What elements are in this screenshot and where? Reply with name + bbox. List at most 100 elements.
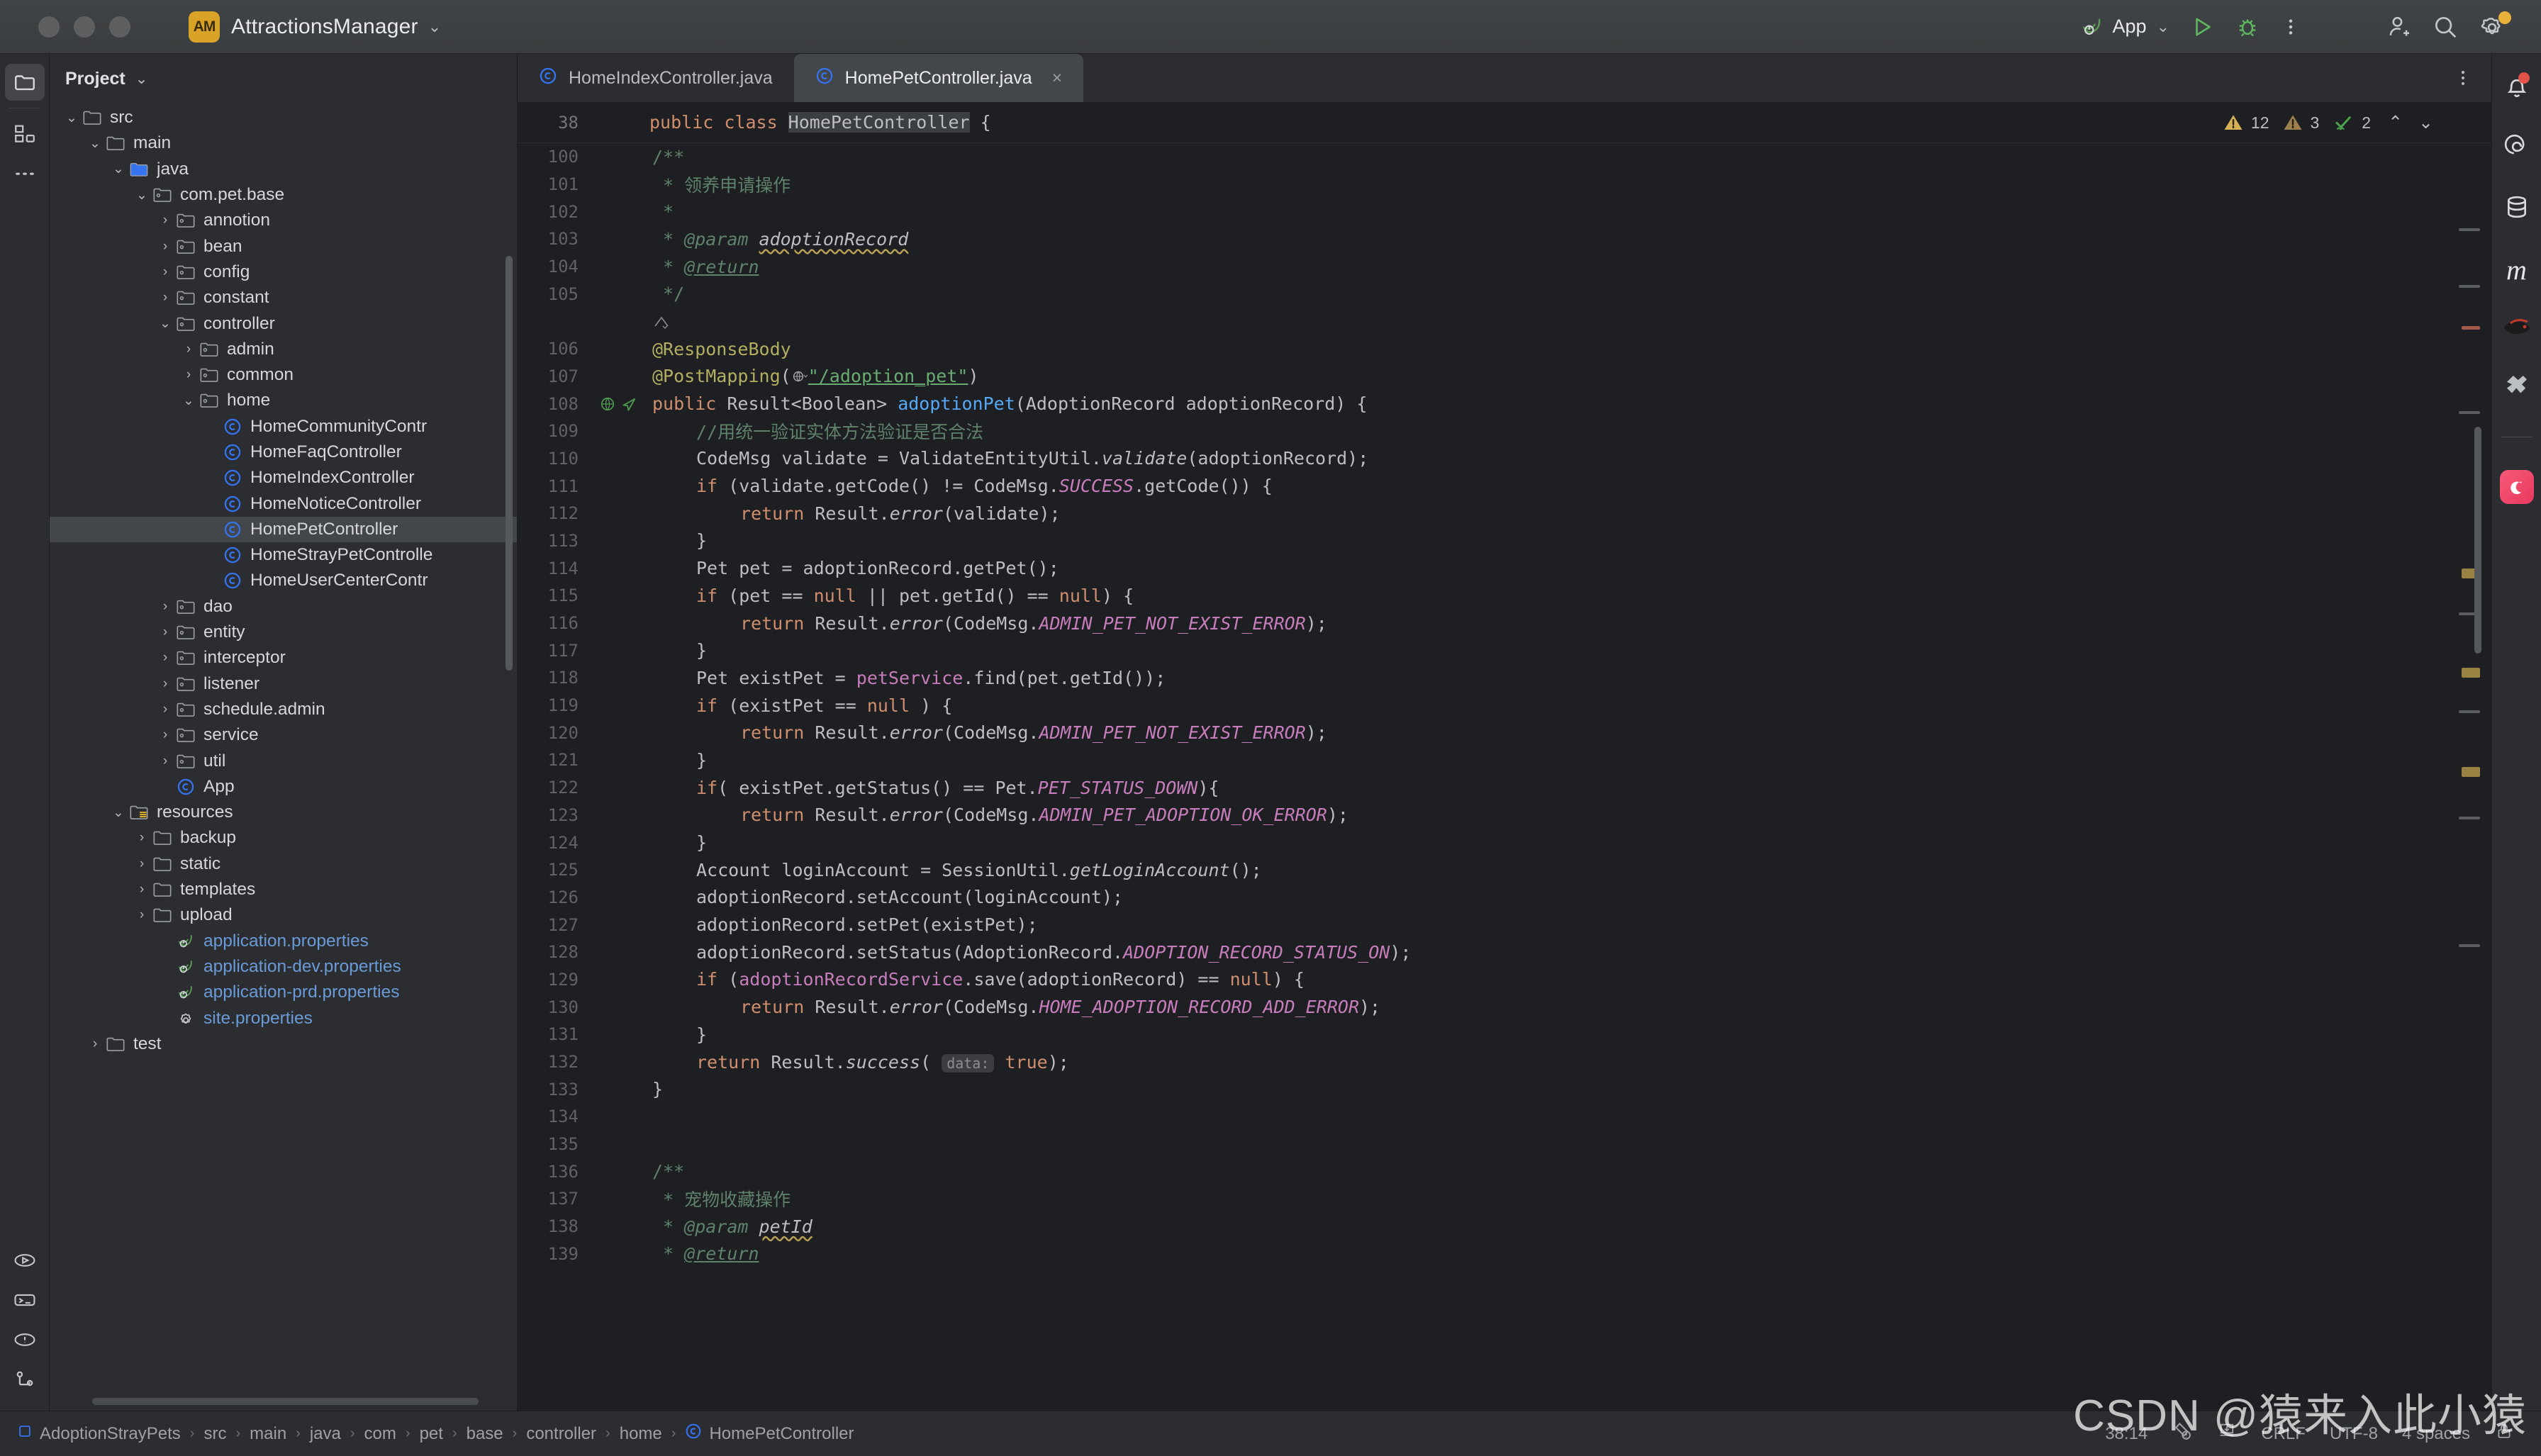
sidebar-item-project[interactable] <box>4 64 45 101</box>
code-line[interactable]: 138 * @param petId <box>518 1213 2491 1241</box>
code-line[interactable]: 101 * 领养申请操作 <box>518 171 2491 198</box>
breadcrumb-item[interactable]: controller <box>526 1424 596 1444</box>
code-line[interactable]: 137 * 宠物收藏操作 <box>518 1185 2491 1213</box>
sidebar-item-run[interactable] <box>5 1242 45 1279</box>
chevron-down-icon[interactable]: ⌄ <box>179 391 198 410</box>
code-line[interactable]: 120 return Result.error(CodeMsg.ADMIN_PET… <box>518 719 2491 746</box>
chevron-down-icon[interactable]: ⌄ <box>109 160 128 179</box>
caret-position[interactable]: 38:14 <box>2105 1424 2148 1444</box>
chevron-down-icon[interactable]: ⌄ <box>62 108 81 127</box>
sidebar-item-mybatisx[interactable] <box>2502 315 2532 342</box>
chevron-down-icon[interactable]: ⌄ <box>428 18 441 36</box>
code-line[interactable]: 119 if (existPet == null ) { <box>518 692 2491 719</box>
chevron-right-icon[interactable]: › <box>156 649 174 667</box>
code-line[interactable]: 106 @ResponseBody <box>518 335 2491 363</box>
code-line[interactable]: 139 * @return <box>518 1241 2491 1268</box>
code-line[interactable]: 136 /** <box>518 1158 2491 1185</box>
chevron-down-icon[interactable]: ⌄ <box>86 134 104 152</box>
tree-item-admin[interactable]: › admin <box>50 337 517 362</box>
tree-item-homeusercentercontr[interactable]: HomeUserCenterContr <box>50 568 517 593</box>
breadcrumb-item[interactable]: java <box>310 1424 341 1444</box>
code-line[interactable]: 105 */ <box>518 280 2491 308</box>
tree-item-homestraypetcontrolle[interactable]: HomeStrayPetControlle <box>50 542 517 568</box>
tree-item-resources[interactable]: ⌄ resources <box>50 800 517 825</box>
breadcrumb-item[interactable]: HomePetController <box>685 1423 854 1445</box>
minimize-window-button[interactable] <box>74 16 95 38</box>
sidebar-item-ai-assistant[interactable] <box>2503 133 2531 164</box>
breadcrumb-item[interactable]: base <box>467 1424 503 1444</box>
code-line[interactable]: 126 adoptionRecord.setAccount(loginAccoun… <box>518 884 2491 912</box>
tree-item-annotion[interactable]: › annotion <box>50 208 517 233</box>
code-line[interactable]: 133} <box>518 1075 2491 1103</box>
tree-item-home[interactable]: ⌄ home <box>50 388 517 413</box>
chevron-right-icon[interactable]: › <box>156 623 174 642</box>
tree-item-com-pet-base[interactable]: ⌄ com.pet.base <box>50 182 517 208</box>
fold-marker-icon[interactable] <box>652 311 671 332</box>
tree-item-common[interactable]: › common <box>50 362 517 388</box>
code-line[interactable]: 135 <box>518 1131 2491 1158</box>
code-line[interactable]: 112 return Result.error(validate); <box>518 500 2491 527</box>
tree-item-backup[interactable]: › backup <box>50 825 517 851</box>
editor-tabs[interactable]: HomeIndexController.java HomePetControlle… <box>518 54 2491 102</box>
code-line[interactable]: 128 adoptionRecord.setStatus(AdoptionReco… <box>518 939 2491 966</box>
tree-item-application-prd-properties[interactable]: application-prd.properties <box>50 980 517 1005</box>
code-line[interactable]: 124} <box>518 829 2491 856</box>
code-line[interactable]: 110 CodeMsg validate = ValidateEntityUtil… <box>518 445 2491 473</box>
sidebar-item-maven[interactable]: m <box>2506 253 2527 286</box>
chevron-right-icon[interactable]: › <box>86 1035 104 1053</box>
breadcrumb-item[interactable]: pet <box>420 1424 443 1444</box>
run-button[interactable] <box>2179 7 2225 47</box>
tree-item-listener[interactable]: › listener <box>50 671 517 697</box>
editor-vertical-scrollbar[interactable] <box>2474 427 2481 654</box>
code-line[interactable]: 127 adoptionRecord.setPet(existPet); <box>518 911 2491 939</box>
lock-icon[interactable] <box>2494 1421 2514 1446</box>
code-editor[interactable]: 100/** 101 * 领养申请操作 102 * 103 * @param adop… <box>518 143 2491 1411</box>
chevron-right-icon[interactable]: › <box>156 263 174 281</box>
code-line[interactable]: 125 Account loginAccount = SessionUtil.ge… <box>518 856 2491 884</box>
tree-item-templates[interactable]: › templates <box>50 877 517 902</box>
breadcrumb-item[interactable]: main <box>250 1424 286 1444</box>
code-line[interactable]: 111 if (validate.getCode() != CodeMsg.SUC… <box>518 472 2491 500</box>
tree-item-controller[interactable]: ⌄ controller <box>50 310 517 336</box>
code-line[interactable]: 116 return Result.error(CodeMsg.ADMIN_PET… <box>518 610 2491 637</box>
code-line[interactable]: 131} <box>518 1021 2491 1048</box>
chevron-right-icon[interactable]: › <box>156 289 174 307</box>
sidebar-item-apifox[interactable] <box>2499 470 2534 504</box>
breadcrumb-item[interactable]: src <box>203 1424 226 1444</box>
save-icon[interactable] <box>2217 1421 2237 1446</box>
editor-marker-bar[interactable] <box>2452 143 2491 1411</box>
tree-item-application-properties[interactable]: application.properties <box>50 929 517 954</box>
tree-item-dao[interactable]: › dao <box>50 594 517 620</box>
chevron-right-icon[interactable]: › <box>156 726 174 744</box>
tree-item-src[interactable]: ⌄ src <box>50 105 517 130</box>
code-line[interactable]: 122 if( existPet.getStatus() == Pet.PET_S… <box>518 774 2491 802</box>
run-configuration-selector[interactable]: App ⌄ <box>2070 7 2179 47</box>
maximize-window-button[interactable] <box>109 16 130 38</box>
add-user-button[interactable] <box>2375 7 2422 47</box>
tree-item-homecommunitycontr[interactable]: HomeCommunityContr <box>50 414 517 439</box>
tree-item-site-properties[interactable]: site.properties <box>50 1005 517 1031</box>
chevron-down-icon[interactable]: ⌄ <box>133 186 151 204</box>
editor-tab-0[interactable]: HomeIndexController.java <box>518 54 794 102</box>
sidebar-item-notifications[interactable] <box>2503 72 2531 104</box>
code-line[interactable]: 107 @PostMapping("/adoption_pet") <box>518 363 2491 391</box>
sidebar-item-gradle[interactable] <box>2502 371 2532 404</box>
settings-button[interactable] <box>2469 7 2515 47</box>
sidebar-item-problems[interactable] <box>5 1321 45 1358</box>
code-line[interactable]: 109 //用统一验证实体方法验证是否合法 <box>518 418 2491 445</box>
tree-item-homefaqcontroller[interactable]: HomeFaqController <box>50 439 517 465</box>
tree-item-entity[interactable]: › entity <box>50 620 517 645</box>
breadcrumb-item[interactable]: home <box>620 1424 662 1444</box>
tree-item-service[interactable]: › service <box>50 722 517 748</box>
code-line[interactable]: 123 return Result.error(CodeMsg.ADMIN_PET… <box>518 802 2491 829</box>
code-line[interactable]: 102 * <box>518 198 2491 225</box>
tree-item-interceptor[interactable]: › interceptor <box>50 645 517 671</box>
close-tab-icon[interactable]: × <box>1052 68 1063 89</box>
project-name[interactable]: AttractionsManager <box>231 15 418 39</box>
gutter-icons[interactable] <box>597 395 642 413</box>
tree-item-application-dev-properties[interactable]: application-dev.properties <box>50 954 517 980</box>
tree-item-homeindexcontroller[interactable]: HomeIndexController <box>50 465 517 491</box>
file-encoding[interactable]: UTF-8 <box>2330 1424 2378 1444</box>
chevron-right-icon[interactable]: › <box>133 906 151 924</box>
breadcrumb[interactable]: AdoptionStrayPets › src › main › java › com › pet ›… <box>17 1423 854 1445</box>
